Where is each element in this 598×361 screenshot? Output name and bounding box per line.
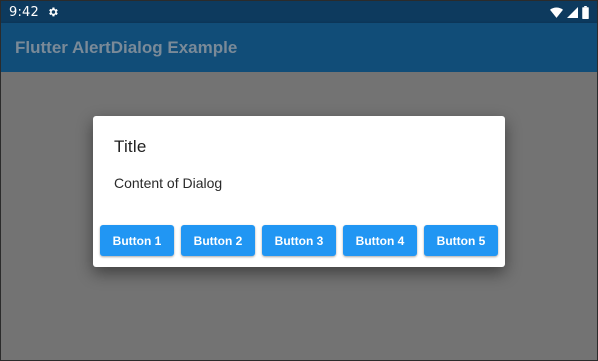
device-screen: 9:42 Flutter AlertDialog Example Title C… <box>0 0 598 361</box>
app-bar: Flutter AlertDialog Example <box>1 23 597 72</box>
status-bar: 9:42 <box>1 1 597 23</box>
wifi-icon <box>550 6 563 18</box>
gear-icon <box>47 6 59 18</box>
status-icons <box>550 5 589 19</box>
alert-dialog: Title Content of Dialog Button 1 Button … <box>93 116 505 267</box>
button-1[interactable]: Button 1 <box>100 225 174 256</box>
button-4[interactable]: Button 4 <box>343 225 417 256</box>
app-bar-title: Flutter AlertDialog Example <box>15 37 238 57</box>
dialog-title: Title <box>114 137 147 156</box>
dialog-actions: Button 1 Button 2 Button 3 Button 4 Butt… <box>100 225 498 256</box>
dialog-content: Content of Dialog <box>114 175 223 191</box>
button-2[interactable]: Button 2 <box>181 225 255 256</box>
status-time: 9:42 <box>9 4 39 20</box>
battery-icon <box>582 5 589 19</box>
signal-icon <box>567 6 578 18</box>
button-3[interactable]: Button 3 <box>262 225 336 256</box>
button-5[interactable]: Button 5 <box>424 225 498 256</box>
